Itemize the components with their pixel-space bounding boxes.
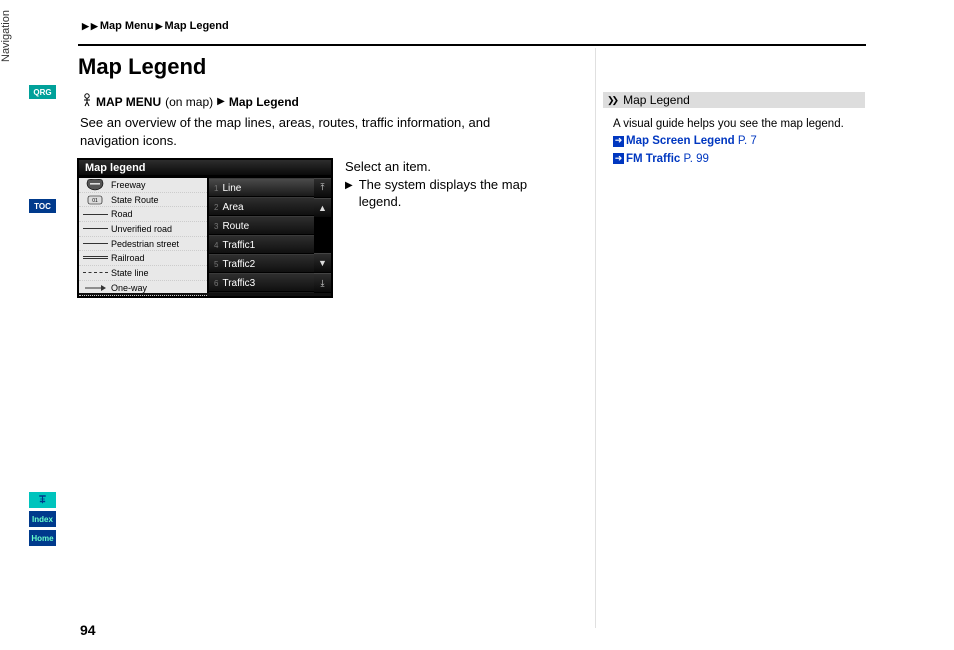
breadcrumb-part: Map Legend <box>165 20 229 32</box>
triangle-icon: ▶ <box>156 21 163 32</box>
line-sample-icon <box>83 214 108 215</box>
scroll-up-icon[interactable]: ▲ <box>314 198 331 218</box>
instruction-line: The system displays the map legend. <box>359 176 565 211</box>
xref-link[interactable]: ➜Map Screen Legend P. 7 <box>613 133 865 150</box>
stateroute-icon: 01 <box>83 195 108 205</box>
triangle-icon: ▶ <box>91 21 98 32</box>
scroll-down-icon[interactable]: ▼ <box>314 253 331 273</box>
triangle-icon: ▶ <box>345 179 353 211</box>
column-divider <box>595 48 596 628</box>
qrg-button[interactable]: QRG <box>29 85 56 99</box>
menu-item-num: 4 <box>214 241 218 250</box>
legend-label: Pedestrian street <box>111 239 179 249</box>
menu-item-label: Area <box>222 202 243 213</box>
menu-item[interactable]: 6 Traffic3 <box>209 273 331 292</box>
page-number: 94 <box>80 622 96 638</box>
dashed-line-icon <box>83 272 108 273</box>
menu-item-label: Traffic2 <box>222 259 255 270</box>
legend-label: One-way <box>111 283 147 293</box>
legend-row: 01 State Route <box>79 193 207 208</box>
side-panel-heading: ❯❯ Map Legend <box>603 92 865 108</box>
legend-label: Freeway <box>111 180 146 190</box>
menu-item[interactable]: 5 Traffic2 <box>209 254 331 273</box>
legend-label: Road <box>111 209 133 219</box>
toc-button[interactable]: TOC <box>29 199 56 213</box>
menu-item-num: 2 <box>214 203 218 212</box>
page-title: Map Legend <box>78 54 206 80</box>
xref-page: P. 99 <box>684 153 709 165</box>
xref-page: P. 7 <box>738 135 757 147</box>
menu-item-label: Line <box>222 183 241 194</box>
svg-text:01: 01 <box>92 198 98 204</box>
scroll-top-icon[interactable]: ⤒ <box>314 178 331 198</box>
legend-row: Freeway <box>79 178 207 193</box>
menu-item-num: 5 <box>214 260 218 269</box>
screenshot-title: Map legend <box>79 160 331 178</box>
side-panel-title: Map Legend <box>623 93 690 107</box>
scrollbar[interactable]: ⤒ ▲ ▼ ⤓ <box>314 178 331 293</box>
menu-item[interactable]: 1 Line <box>209 178 331 197</box>
intro-text: See an overview of the map lines, areas,… <box>80 114 550 149</box>
legend-row: Unverified road <box>79 222 207 237</box>
nav-target: Map Legend <box>229 95 299 109</box>
xref-link[interactable]: ➜FM Traffic P. 99 <box>613 151 865 168</box>
interstate-icon <box>83 179 108 191</box>
side-panel-text: A visual guide helps you see the map leg… <box>613 116 865 133</box>
legend-label: Unverified road <box>111 224 172 234</box>
menu-item[interactable]: 2 Area <box>209 197 331 216</box>
nav-path: MAP MENU (on map) ▶ Map Legend <box>82 93 299 110</box>
chevron-icon: ❯❯ <box>607 95 616 106</box>
breadcrumb: ▶ ▶ Map Menu ▶ Map Legend <box>82 20 229 32</box>
menu-item[interactable]: 4 Traffic1 <box>209 235 331 254</box>
legend-row: One-way <box>79 281 207 296</box>
menu-item-label: Traffic3 <box>222 278 255 289</box>
legend-row: Railroad <box>79 251 207 266</box>
triangle-icon: ▶ <box>217 96 225 107</box>
section-label: Navigation <box>0 0 14 62</box>
legend-row: State line <box>79 266 207 281</box>
legend-label: State Route <box>111 195 159 205</box>
menu-item-label: Route <box>222 221 249 232</box>
legend-row: Road <box>79 207 207 222</box>
index-button[interactable]: Index <box>29 511 56 527</box>
link-arrow-icon: ➜ <box>613 136 624 147</box>
instruction-line: Select an item. <box>345 158 565 176</box>
xref-label: Map Screen Legend <box>626 135 735 147</box>
home-button[interactable]: Home <box>29 530 56 546</box>
legend-left-pane: Freeway 01 State Route Road Unverified r… <box>79 178 207 293</box>
xref-label: FM Traffic <box>626 153 680 165</box>
voice-button[interactable]: ꔊ <box>29 492 56 508</box>
select-icon <box>82 93 92 110</box>
legend-row: Pedestrian street <box>79 237 207 252</box>
legend-label: Railroad <box>111 253 145 263</box>
nav-context: (on map) <box>165 95 213 109</box>
horizontal-rule <box>78 44 866 46</box>
railroad-icon <box>83 258 108 259</box>
triangle-icon: ▶ <box>82 21 89 32</box>
menu-item[interactable]: 3 Route <box>209 216 331 235</box>
menu-item-num: 1 <box>214 184 218 193</box>
legend-label: State line <box>111 268 149 278</box>
side-panel: ❯❯ Map Legend A visual guide helps you s… <box>603 92 865 168</box>
breadcrumb-part: Map Menu <box>100 20 154 32</box>
line-sample-icon <box>83 228 108 229</box>
arrow-line-icon <box>83 284 108 292</box>
line-sample-icon <box>83 243 108 244</box>
menu-item-num: 3 <box>214 222 218 231</box>
scroll-bottom-icon[interactable]: ⤓ <box>314 273 331 293</box>
instructions: Select an item. ▶ The system displays th… <box>345 158 565 211</box>
link-arrow-icon: ➜ <box>613 153 624 164</box>
menu-item-num: 6 <box>214 279 218 288</box>
nav-menu: MAP MENU <box>96 95 161 109</box>
legend-right-pane: 1 Line 2 Area 3 Route 4 Traffic1 5 Traffic2 6… <box>207 178 331 293</box>
menu-item-label: Traffic1 <box>222 240 255 251</box>
embedded-screenshot: Map legend Freeway 01 State Route Road U… <box>77 158 333 298</box>
